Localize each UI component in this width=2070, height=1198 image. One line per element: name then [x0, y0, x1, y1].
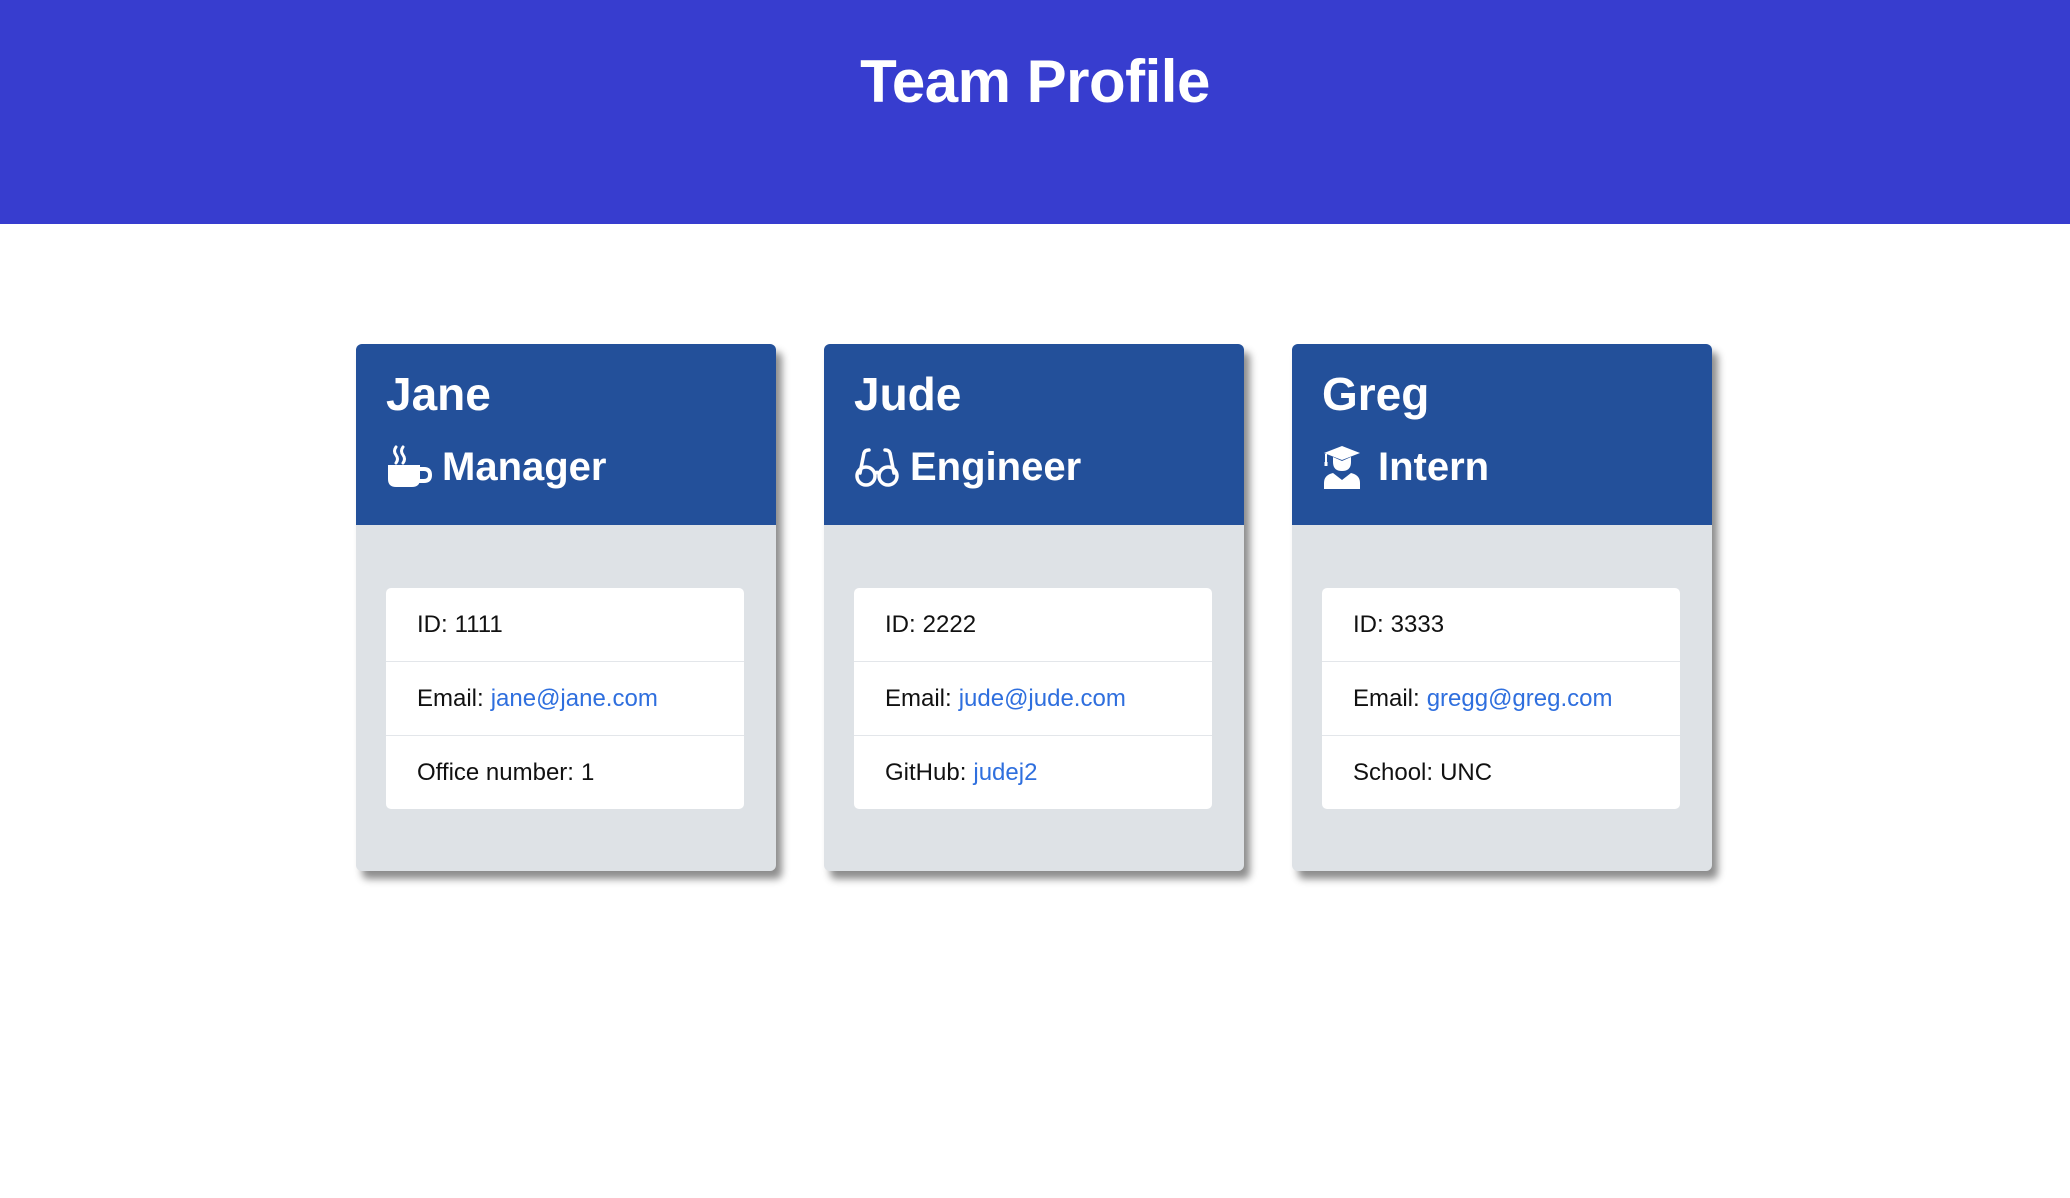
id-value: 2222 — [922, 610, 977, 638]
list-item-id: ID: 3333 — [1322, 588, 1680, 662]
employee-name: Jane — [386, 368, 491, 420]
email-link[interactable]: gregg@greg.com — [1427, 685, 1613, 713]
email-link[interactable]: jude@jude.com — [959, 685, 1126, 713]
page-title: Team Profile — [860, 48, 1210, 115]
school-label: School: — [1353, 758, 1434, 786]
card-header: Jude Engineer — [824, 344, 1244, 525]
list-item-id: ID: 2222 — [854, 588, 1212, 662]
id-label: ID: — [1353, 610, 1384, 638]
role-label: Intern — [1378, 445, 1490, 489]
email-label: Email: — [885, 684, 952, 712]
email-label: Email: — [417, 684, 484, 712]
github-label: GitHub: — [885, 758, 967, 786]
list-item-email: Email: jude@jude.com — [854, 662, 1212, 736]
role-label: Manager — [442, 445, 607, 489]
list-item-office-number: Office number: 1 — [386, 736, 744, 809]
office-number-value: 1 — [580, 758, 595, 786]
employee-card-engineer: Jude Engineer ID: 2222 Email: jude@jude.… — [824, 344, 1244, 871]
employee-role: Intern — [1322, 439, 1489, 495]
graduate-icon — [1322, 445, 1368, 489]
card-header: Greg Intern — [1292, 344, 1712, 525]
list-item-id: ID: 1111 — [386, 588, 744, 662]
employee-name: Jude — [854, 368, 962, 420]
coffee-mug-icon — [386, 445, 432, 489]
office-number-label: Office number: — [417, 758, 574, 786]
employee-card-manager: Jane Manager ID: 1111 Email: jane@jane.c… — [356, 344, 776, 871]
employee-name: Greg — [1322, 368, 1430, 420]
list-item-email: Email: gregg@greg.com — [1322, 662, 1680, 736]
school-value: UNC — [1440, 758, 1493, 786]
glasses-icon — [854, 445, 900, 489]
employee-role: Manager — [386, 439, 607, 495]
list-item-email: Email: jane@jane.com — [386, 662, 744, 736]
list-item-school: School: UNC — [1322, 736, 1680, 809]
role-label: Engineer — [910, 445, 1082, 489]
employee-details-list: ID: 2222 Email: jude@jude.com GitHub: ju… — [854, 588, 1212, 809]
id-label: ID: — [885, 610, 916, 638]
page-header: Team Profile — [0, 0, 2070, 224]
employee-card-intern: Greg Intern ID: 3333 Email: gregg@greg.c… — [1292, 344, 1712, 871]
id-label: ID: — [417, 610, 448, 638]
list-item-github: GitHub: judej2 — [854, 736, 1212, 809]
github-link[interactable]: judej2 — [973, 759, 1037, 787]
email-link[interactable]: jane@jane.com — [491, 685, 658, 713]
email-label: Email: — [1353, 684, 1420, 712]
id-value: 3333 — [1390, 610, 1445, 638]
id-value: 1111 — [454, 610, 503, 638]
employee-details-list: ID: 3333 Email: gregg@greg.com School: U… — [1322, 588, 1680, 809]
employee-details-list: ID: 1111 Email: jane@jane.com Office num… — [386, 588, 744, 809]
card-header: Jane Manager — [356, 344, 776, 525]
employee-role: Engineer — [854, 439, 1081, 495]
